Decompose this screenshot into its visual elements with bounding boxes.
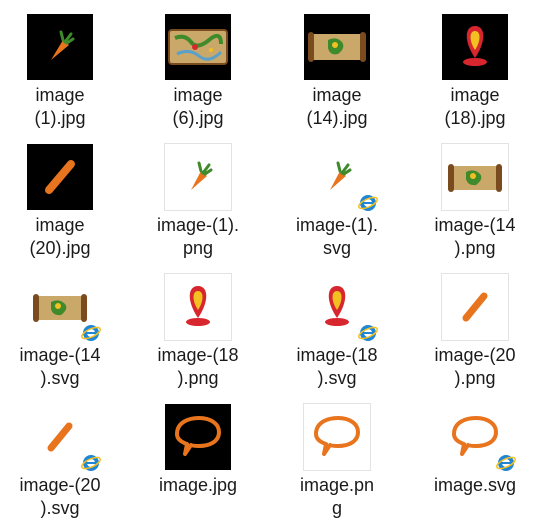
- carrot-icon: [191, 161, 213, 190]
- internet-explorer-icon: [357, 322, 379, 344]
- file-name: image (1).jpg: [34, 85, 86, 128]
- file-thumbnail: [27, 14, 93, 80]
- file-name: image-(1). svg: [295, 215, 379, 258]
- file-item[interactable]: image (1).jpg: [0, 0, 120, 130]
- file-item[interactable]: image-(14 ).svg: [0, 260, 120, 390]
- file-thumbnail: [165, 144, 231, 210]
- stick-icon: [462, 292, 488, 322]
- file-name: image.svg: [433, 475, 517, 495]
- file-name: image (6).jpg: [172, 85, 224, 128]
- file-name: image-(18 ).png: [157, 345, 239, 388]
- stick-icon: [45, 160, 75, 194]
- file-item[interactable]: image-(20 ).png: [415, 260, 535, 390]
- file-thumbnail: [442, 144, 508, 210]
- file-name: image-(14 ).png: [434, 215, 516, 258]
- file-item[interactable]: image.jpg: [138, 390, 258, 520]
- file-item[interactable]: image (6).jpg: [138, 0, 258, 130]
- speech-bubble-icon: [314, 416, 360, 456]
- file-item[interactable]: image-(1). svg: [277, 130, 397, 260]
- file-thumbnail: [165, 14, 231, 80]
- file-grid: image (1).jpg image (6).jpg image (14).j…: [0, 0, 539, 528]
- internet-explorer-icon: [80, 322, 102, 344]
- file-thumbnail: [442, 274, 508, 340]
- file-thumbnail: [304, 14, 370, 80]
- file-name: image-(14 ).svg: [19, 345, 101, 388]
- file-thumbnail: [165, 274, 231, 340]
- file-item[interactable]: image.svg: [415, 390, 535, 520]
- file-item[interactable]: image-(18 ).png: [138, 260, 258, 390]
- scroll-map-icon: [448, 164, 502, 192]
- scroll-map-icon: [308, 32, 366, 62]
- file-name: image.pn g: [299, 475, 375, 518]
- file-item[interactable]: image-(1). png: [138, 130, 258, 260]
- file-name: image (14).jpg: [306, 85, 368, 128]
- file-thumbnail: [165, 404, 231, 470]
- map-pin-icon: [463, 26, 487, 66]
- internet-explorer-icon: [80, 452, 102, 474]
- file-thumbnail: [442, 14, 508, 80]
- map-pin-icon: [186, 286, 210, 326]
- file-thumbnail: [304, 404, 370, 470]
- file-item[interactable]: image-(20 ).svg: [0, 390, 120, 520]
- file-name: image (18).jpg: [444, 85, 506, 128]
- file-name: image-(1). png: [156, 215, 240, 258]
- file-item[interactable]: image-(18 ).svg: [277, 260, 397, 390]
- file-name: image.jpg: [158, 475, 238, 495]
- file-name: image-(20 ).png: [434, 345, 516, 388]
- file-item[interactable]: image.pn g: [277, 390, 397, 520]
- file-name: image-(20 ).svg: [19, 475, 101, 518]
- speech-bubble-icon: [175, 416, 221, 456]
- file-item[interactable]: image-(14 ).png: [415, 130, 535, 260]
- file-item[interactable]: image (14).jpg: [277, 0, 397, 130]
- file-name: image-(18 ).svg: [296, 345, 378, 388]
- map-icon: [168, 29, 228, 65]
- internet-explorer-icon: [357, 192, 379, 214]
- file-thumbnail: [27, 144, 93, 210]
- file-item[interactable]: image (20).jpg: [0, 130, 120, 260]
- file-item[interactable]: image (18).jpg: [415, 0, 535, 130]
- internet-explorer-icon: [495, 452, 517, 474]
- carrot-icon: [51, 30, 75, 60]
- file-name: image (20).jpg: [29, 215, 91, 258]
